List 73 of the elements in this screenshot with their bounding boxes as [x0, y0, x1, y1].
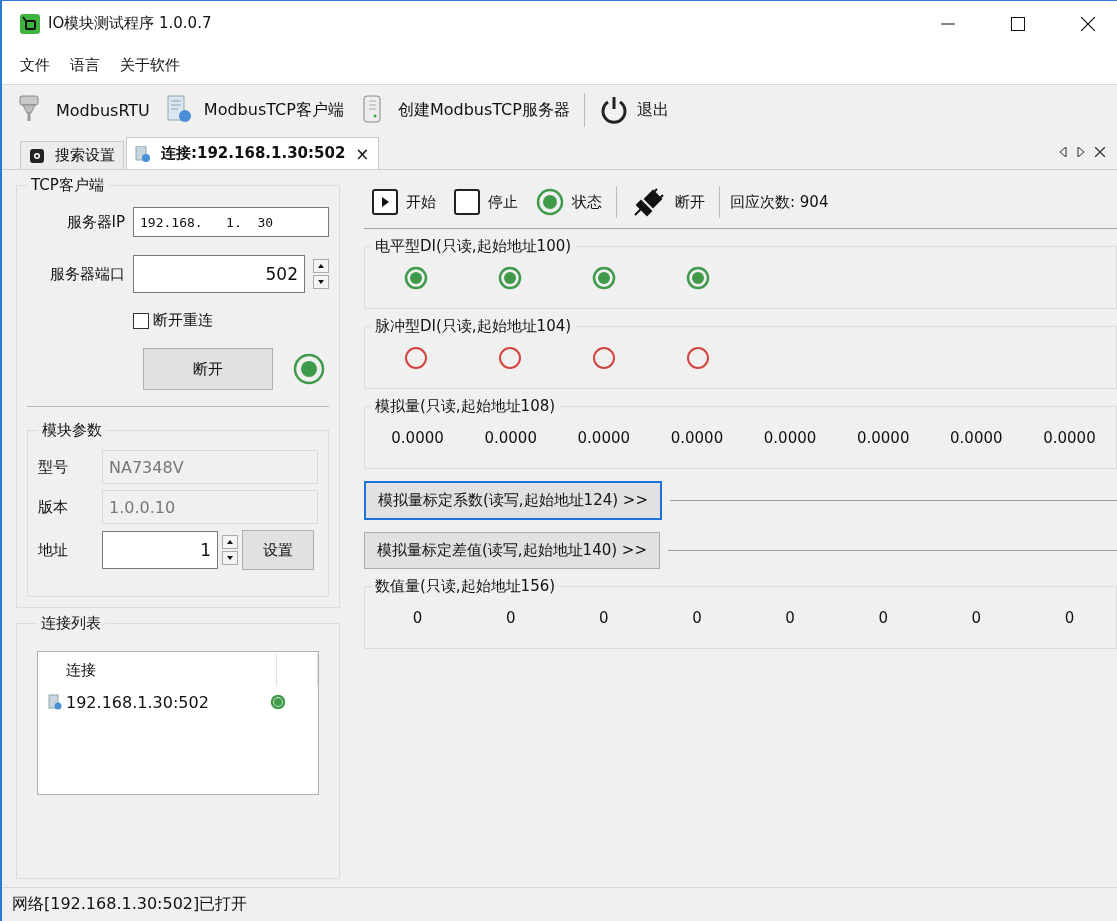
field-label: 版本: [38, 497, 69, 517]
response-count: 回应次数: 904: [730, 192, 829, 212]
group-title: 电平型DI(只读,起始地址100): [374, 237, 573, 256]
document-icon: [48, 694, 62, 710]
value-text: 0: [504, 609, 517, 627]
field-label: 服务器IP: [65, 212, 125, 232]
camera-icon: [29, 147, 45, 164]
value-text: 0: [877, 609, 889, 627]
value-text: 0: [970, 609, 983, 627]
input-field[interactable]: 1: [102, 531, 218, 569]
value-text: 0: [598, 609, 610, 627]
field-label: 地址: [38, 540, 69, 560]
expand-button[interactable]: 模拟量标定系数(读写,起始地址124) >>: [364, 481, 662, 520]
toolbar-button[interactable]: ModbusRTU: [14, 93, 154, 127]
group-title: 连接列表: [40, 614, 102, 633]
menu-item[interactable]: 语言: [70, 55, 100, 75]
checkbox-label: 断开重连: [153, 311, 213, 330]
app-icon: [20, 13, 40, 34]
spin-down-icon[interactable]: [313, 275, 329, 289]
group-title: 脉冲型DI(只读,起始地址104): [374, 317, 573, 336]
maximize-icon[interactable]: [1011, 16, 1025, 31]
tab[interactable]: 连接:192.168.1.30:502 ×: [126, 137, 379, 169]
close-tab-icon[interactable]: ×: [355, 143, 370, 164]
stop-icon: [454, 189, 480, 215]
group-title: 模拟量(只读,起始地址108): [374, 397, 557, 416]
close-icon[interactable]: [1081, 16, 1095, 31]
input-field[interactable]: 192.168. 1. 30: [133, 207, 329, 237]
window-title: IO模块测试程序 1.0.0.7: [48, 14, 212, 33]
menu-item[interactable]: 文件: [20, 55, 50, 75]
input-field[interactable]: 502: [133, 255, 305, 293]
toolbar-button[interactable]: ModbusTCP客户端: [161, 93, 348, 127]
value-text: 0: [411, 609, 424, 627]
column-header[interactable]: 连接: [38, 660, 276, 680]
group-title: TCP客户端: [30, 176, 105, 195]
toolbar-button[interactable]: 创建ModbusTCP服务器: [355, 93, 574, 127]
play-icon: [372, 189, 398, 215]
value-text: 0.0000: [949, 429, 1004, 447]
field-label: 服务器端口: [49, 264, 125, 284]
spin-down-icon[interactable]: [222, 551, 238, 565]
value-text: 0.0000: [576, 429, 632, 447]
input-field: NA7348V: [102, 450, 318, 484]
spin-up-icon[interactable]: [313, 259, 329, 273]
status-text: 网络[192.168.1.30:502]已打开: [2, 887, 1117, 921]
scroll-left-icon[interactable]: [1059, 147, 1067, 157]
group-title: 模块参数: [41, 421, 103, 440]
checkbox[interactable]: [133, 312, 149, 329]
document-icon: [135, 145, 151, 162]
value-text: 0.0000: [855, 429, 911, 447]
scroll-right-icon[interactable]: [1077, 147, 1085, 157]
menu-item[interactable]: 关于软件: [120, 55, 180, 75]
value-text: 0.0000: [483, 429, 538, 447]
value-text: 0.0000: [1042, 429, 1097, 447]
toolbar-button[interactable]: 停止: [450, 189, 522, 215]
tab[interactable]: 搜索设置: [20, 141, 124, 169]
expand-button[interactable]: 模拟量标定差值(读写,起始地址140) >>: [364, 532, 660, 569]
toolbar-button[interactable]: 状态: [532, 188, 606, 216]
close-icon[interactable]: [1095, 147, 1105, 157]
value-text: 0.0000: [669, 429, 725, 447]
input-field: 1.0.0.10: [102, 490, 318, 524]
field-label: 型号: [38, 457, 69, 477]
value-text: 0.0000: [390, 429, 445, 447]
value-text: 0: [1063, 609, 1076, 627]
value-text: 0: [784, 609, 796, 627]
value-text: 0.0000: [762, 429, 818, 447]
group-title: 数值量(只读,起始地址156): [374, 577, 557, 596]
set-button[interactable]: 设置: [242, 530, 314, 570]
disconnect-button[interactable]: 断开: [143, 348, 273, 390]
toolbar-button[interactable]: 退出: [594, 93, 673, 127]
spin-up-icon[interactable]: [222, 535, 238, 549]
list-item[interactable]: 192.168.1.30:502: [66, 692, 266, 712]
value-text: 0: [691, 609, 703, 627]
toolbar-button[interactable]: 开始: [368, 189, 440, 215]
toolbar-button[interactable]: 断开: [627, 187, 709, 217]
